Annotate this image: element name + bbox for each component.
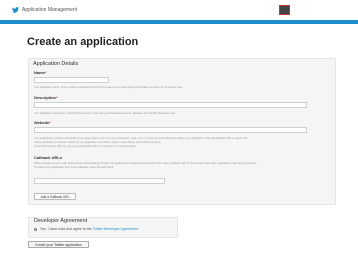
avatar[interactable] [279,5,290,15]
agreement-text: Yes, I have read and agree to the Twitte… [40,227,139,231]
callback-url-input[interactable] [34,178,165,184]
name-hint: Your application name. This is used to a… [34,86,183,89]
agreement-suffix: . [137,227,139,231]
name-required-mark: * [44,70,47,75]
website-label: Website* [34,120,51,125]
name-input[interactable] [34,77,109,83]
application-details-title: Application Details [33,61,79,67]
twitter-bird-icon [12,7,19,13]
developer-agreement-title: Developer Agreement [34,218,88,224]
description-required-mark: * [56,95,58,100]
description-hint: Your application description, which will… [34,112,176,115]
create-application-button[interactable]: Create your Twitter application [28,241,89,248]
page-title: Create an application [27,36,139,48]
website-hint-line-2: source attribution for tweets created by… [34,141,162,144]
name-label-text: Name [34,70,45,75]
callback-hint-line-2: To restrict your application from using … [34,166,114,169]
description-label-text: Description [34,95,57,100]
description-label: Description* [34,95,58,100]
website-label-text: Website [34,120,50,125]
header-divider [0,20,358,24]
brand[interactable]: Application Management [12,5,77,15]
website-input[interactable] [34,127,307,133]
name-label: Name* [34,70,46,75]
description-input[interactable] [34,102,307,108]
website-hint-line-1: Your application's publicly accessible h… [34,137,248,140]
developer-agreement-link[interactable]: Twitter Developer Agreement [93,227,138,231]
callback-label: Callback URLs [34,155,63,160]
website-required-mark: * [49,120,51,125]
add-callback-url-button[interactable]: Add a Callback URL [34,193,76,200]
brand-label: Application Management [22,7,78,13]
website-hint-line-3: (If you don't have a URL yet, just put a… [34,145,137,148]
agreement-checkbox[interactable] [34,228,37,231]
callback-hint-line-1: Where should we return after successfull… [34,162,258,165]
agreement-prefix: Yes, I have read and agree to the [40,227,93,231]
